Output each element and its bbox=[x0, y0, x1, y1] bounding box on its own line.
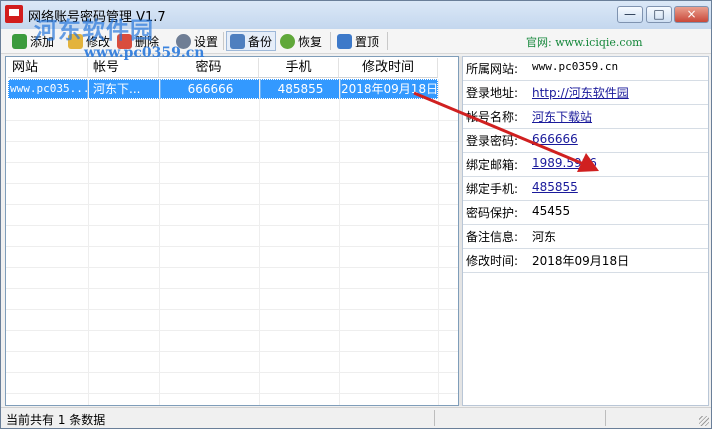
detail-label: 修改时间: bbox=[466, 254, 519, 268]
account-list[interactable]: 网站 帐号 密码 手机 修改时间 www.pc035... 河东下... 666… bbox=[5, 56, 459, 406]
status-separator bbox=[434, 410, 435, 426]
restore-icon bbox=[280, 33, 295, 49]
grid-line bbox=[6, 204, 458, 205]
detail-label: 所属网站: bbox=[466, 62, 519, 76]
main-window: 网络账号密码管理 V1.7 — □ × 添加 修改 删除 设置 备份 恢复 置顶… bbox=[0, 0, 712, 429]
grid-line bbox=[6, 372, 458, 373]
detail-row-protection: 密码保护: 45455 bbox=[463, 201, 708, 225]
add-icon bbox=[12, 33, 27, 49]
pin-top-button[interactable]: 置顶 bbox=[334, 31, 382, 51]
settings-label: 设置 bbox=[194, 34, 219, 49]
add-button[interactable]: 添加 bbox=[9, 31, 57, 51]
detail-label: 备注信息: bbox=[466, 230, 519, 244]
toolbar-separator bbox=[223, 32, 224, 50]
delete-label: 删除 bbox=[135, 34, 160, 49]
settings-icon bbox=[176, 33, 191, 49]
restore-button[interactable]: 恢复 bbox=[277, 31, 325, 51]
cell-site: www.pc035... bbox=[10, 79, 88, 99]
cell-password: 666666 bbox=[161, 79, 261, 99]
window-title: 网络账号密码管理 V1.7 bbox=[28, 10, 166, 25]
detail-value-site: www.pc0359.cn bbox=[532, 60, 619, 73]
restore-label: 恢复 bbox=[298, 34, 323, 49]
grid-line bbox=[6, 183, 458, 184]
grid-line bbox=[259, 79, 260, 405]
grid-line bbox=[6, 351, 458, 352]
grid-line bbox=[6, 288, 458, 289]
detail-value-modified: 2018年09月18日 bbox=[532, 254, 630, 268]
status-bar: 当前共有 1 条数据 bbox=[1, 407, 711, 428]
grid-line bbox=[6, 309, 458, 310]
grid-line bbox=[6, 330, 458, 331]
account-table: 网站 帐号 密码 手机 修改时间 www.pc035... 河东下... 666… bbox=[6, 57, 458, 405]
status-separator bbox=[605, 410, 606, 426]
grid-line bbox=[6, 246, 458, 247]
edit-icon bbox=[68, 33, 83, 49]
backup-label: 备份 bbox=[248, 34, 273, 49]
toolbar-separator bbox=[330, 32, 331, 50]
title-bar[interactable]: 网络账号密码管理 V1.7 — □ × bbox=[1, 1, 711, 29]
grid-line bbox=[6, 141, 458, 142]
resize-grip-icon[interactable] bbox=[699, 416, 709, 426]
detail-value-notes: 河东 bbox=[532, 230, 557, 244]
delete-icon bbox=[117, 33, 132, 49]
detail-row-modified: 修改时间: 2018年09月18日 bbox=[463, 249, 708, 273]
detail-label: 密码保护: bbox=[466, 206, 519, 220]
table-row[interactable]: www.pc035... 河东下... 666666 485855 2018年0… bbox=[8, 79, 438, 99]
add-label: 添加 bbox=[30, 34, 55, 49]
grid-line bbox=[6, 393, 458, 394]
grid-line bbox=[339, 79, 340, 405]
grid-line bbox=[6, 267, 458, 268]
pin-top-label: 置顶 bbox=[355, 34, 380, 49]
grid-line bbox=[6, 225, 458, 226]
grid-line bbox=[6, 120, 458, 121]
annotation-arrow-icon bbox=[413, 91, 599, 172]
column-header-password[interactable]: 密码 bbox=[159, 58, 259, 78]
official-site-link[interactable]: 官网: www.iciqie.com bbox=[526, 34, 643, 50]
toolbar-separator bbox=[387, 32, 388, 50]
detail-row-site: 所属网站: www.pc0359.cn bbox=[463, 57, 708, 81]
app-logo-icon bbox=[5, 5, 23, 23]
detail-row-notes: 备注信息: 河东 bbox=[463, 225, 708, 249]
delete-button[interactable]: 删除 bbox=[114, 31, 162, 51]
column-header-phone[interactable]: 手机 bbox=[259, 58, 339, 78]
backup-icon bbox=[230, 33, 245, 49]
backup-button[interactable]: 备份 bbox=[226, 31, 277, 51]
edit-button[interactable]: 修改 bbox=[65, 31, 113, 51]
cell-account: 河东下... bbox=[90, 79, 161, 99]
column-header-account[interactable]: 帐号 bbox=[88, 58, 159, 78]
record-count: 当前共有 1 条数据 bbox=[6, 413, 106, 427]
grid-line bbox=[159, 79, 160, 405]
column-header-site[interactable]: 网站 bbox=[8, 58, 88, 78]
pin-top-icon bbox=[337, 33, 352, 49]
grid-line bbox=[88, 79, 89, 405]
detail-value-protection: 45455 bbox=[532, 204, 571, 218]
minimize-button[interactable]: — bbox=[617, 6, 643, 23]
column-header-modified[interactable]: 修改时间 bbox=[339, 58, 438, 78]
cell-phone: 485855 bbox=[261, 79, 341, 99]
settings-button[interactable]: 设置 bbox=[173, 31, 221, 51]
close-button[interactable]: × bbox=[674, 6, 709, 23]
grid-line bbox=[6, 162, 458, 163]
maximize-button[interactable]: □ bbox=[646, 6, 672, 23]
edit-label: 修改 bbox=[86, 34, 111, 49]
